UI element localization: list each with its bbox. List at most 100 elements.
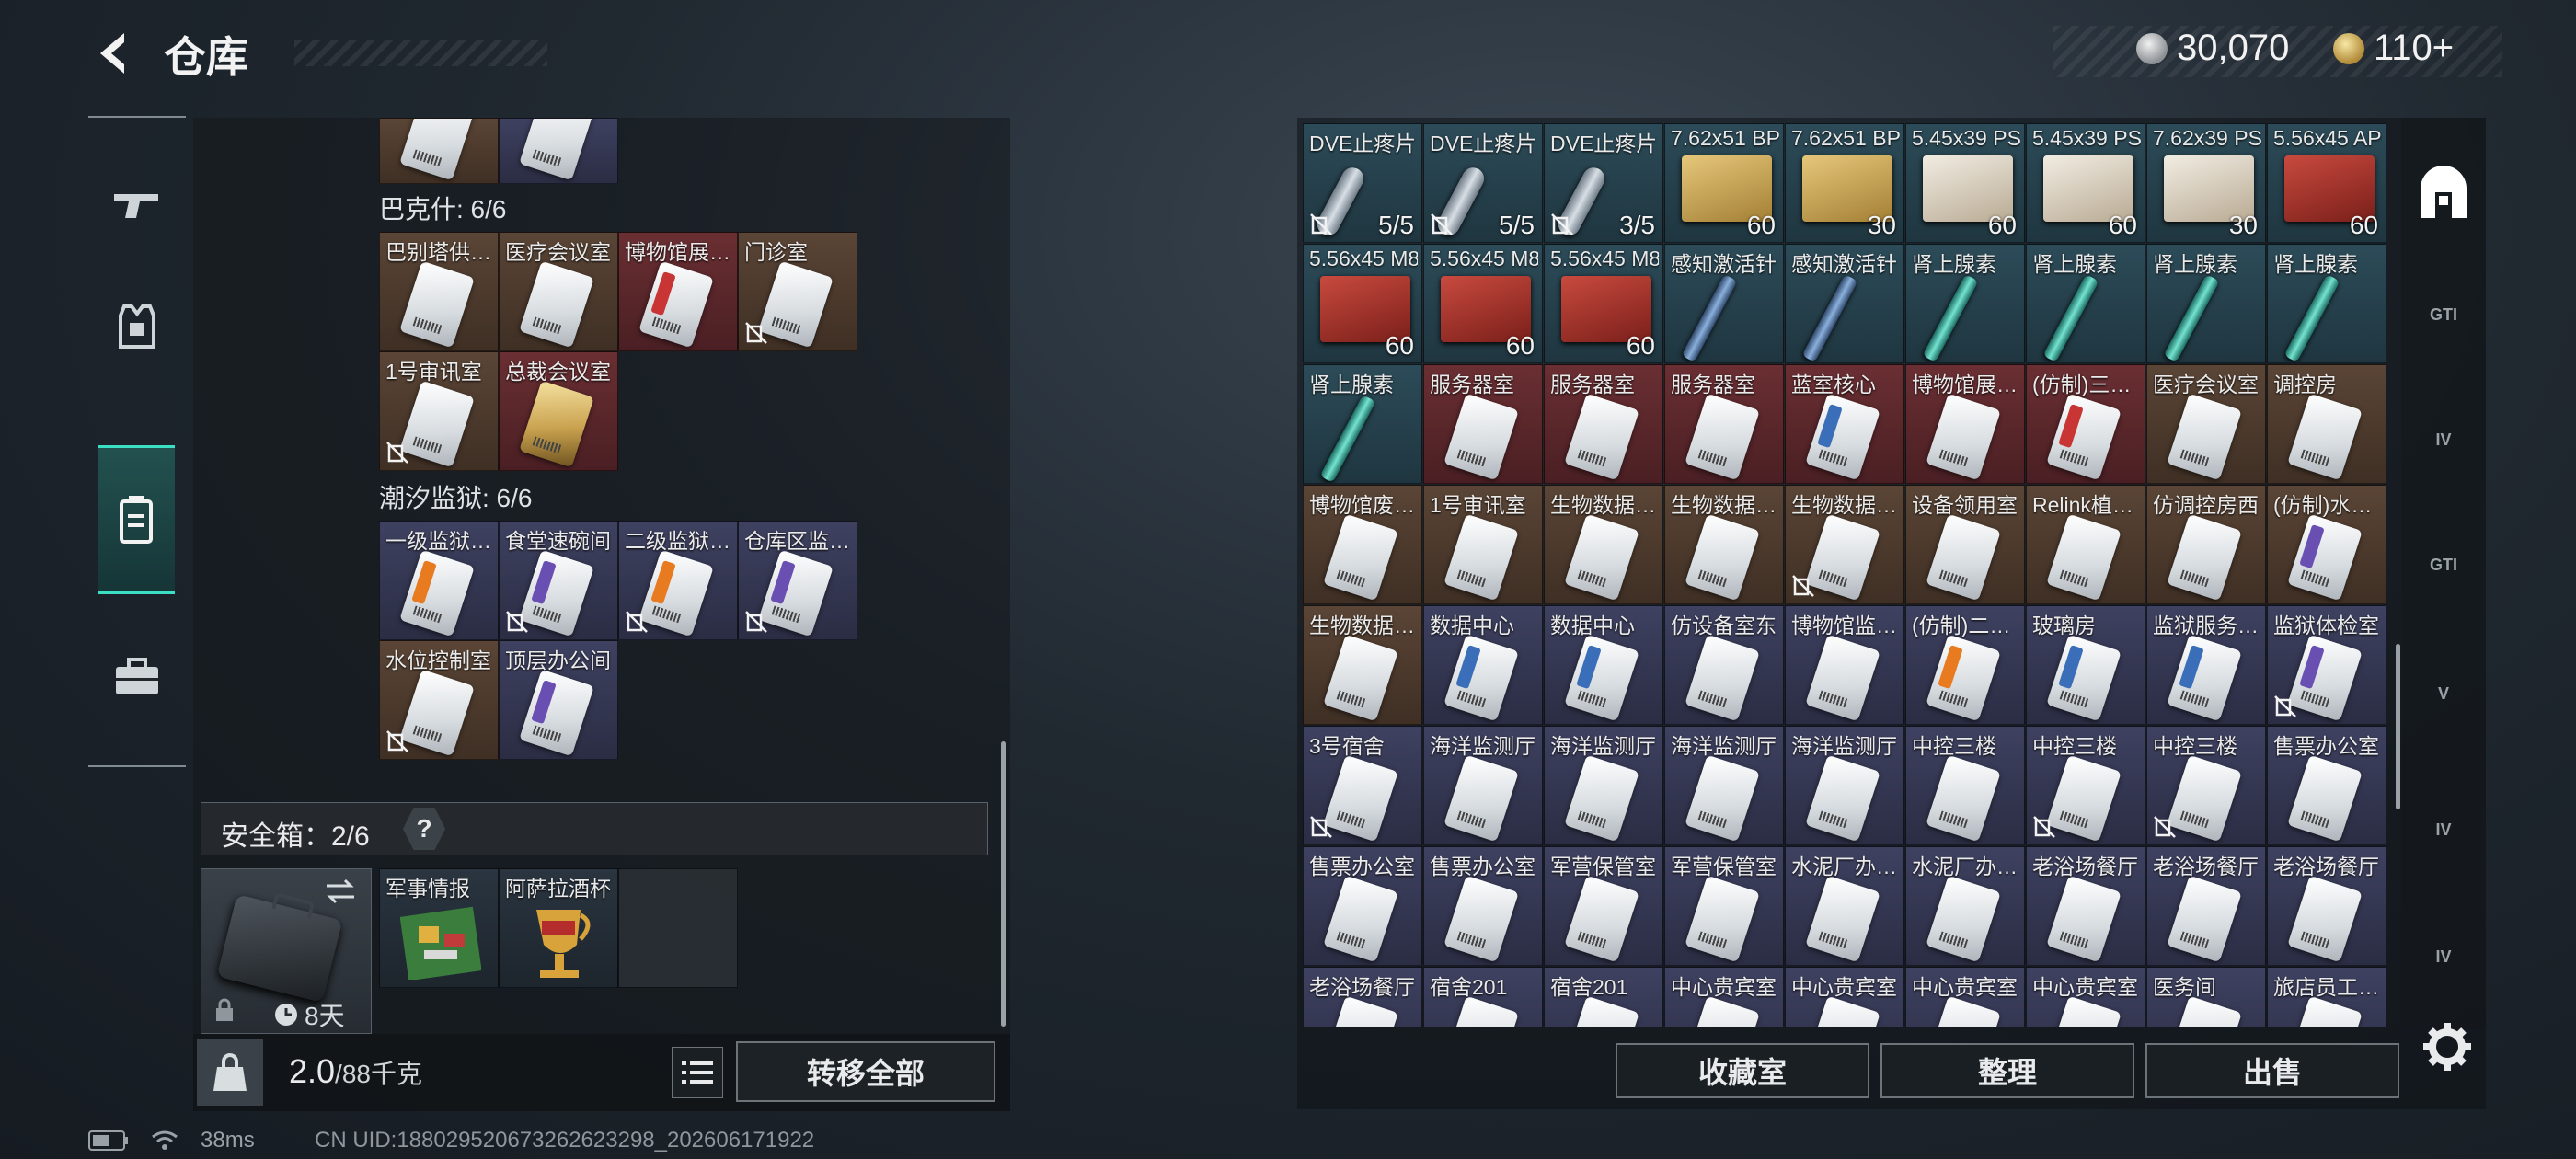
item-slot[interactable]: 巴别塔供… [379, 232, 499, 351]
item-slot[interactable]: 仿设备室东 [1664, 605, 1784, 725]
item-slot[interactable]: 医疗会议室 [2146, 364, 2266, 484]
bag-weight-button[interactable] [197, 1039, 263, 1106]
item-slot[interactable]: DVE止疼片 3/5 [1544, 123, 1663, 243]
gold-currency[interactable]: 110+ [2333, 28, 2454, 69]
silver-currency[interactable]: 30,070 [2136, 28, 2289, 69]
item-slot[interactable]: 售票办公室 [2267, 726, 2386, 845]
rnav-gti-1[interactable]: GTI [2410, 281, 2477, 348]
rnav-iv-2[interactable]: IV [2410, 797, 2477, 863]
rnav-iv-1[interactable]: IV [2410, 407, 2477, 473]
safe-slot-military-intel[interactable]: 军事情报 [379, 868, 499, 988]
item-slot[interactable]: 海洋监测厅 [1785, 726, 1904, 845]
item-slot[interactable]: 监狱体检室 [2267, 605, 2386, 725]
collection-room-button[interactable]: 收藏室 [1616, 1043, 1869, 1098]
item-slot[interactable]: 感知激活针 [1785, 244, 1904, 363]
item-slot[interactable]: 生物数据… [1544, 485, 1663, 604]
item-slot[interactable]: 7.62x51 BPZ 30 [1785, 123, 1904, 243]
item-slot[interactable]: Relink植… [2026, 485, 2145, 604]
key-case-scrollbar[interactable] [1001, 741, 1006, 1027]
item-slot[interactable]: 宿舍201 [1544, 967, 1663, 1027]
item-slot[interactable]: 博物馆展… [618, 232, 738, 351]
item-slot[interactable]: 水泥厂办… [1905, 846, 2025, 966]
nav-armor[interactable] [99, 289, 175, 364]
item-slot[interactable]: 数据中心 [1544, 605, 1663, 725]
item-slot[interactable]: 3号宿舍 [1303, 726, 1422, 845]
transfer-all-button[interactable]: 转移全部 [736, 1041, 995, 1102]
item-slot[interactable]: 博物馆监… [1785, 605, 1904, 725]
item-slot[interactable]: 调控房 [2267, 364, 2386, 484]
nav-key-case[interactable] [98, 445, 175, 594]
item-slot[interactable]: 博物馆废… [1303, 485, 1422, 604]
item-slot[interactable]: 肾上腺素 [2146, 244, 2266, 363]
item-slot[interactable]: 中控三楼 [1905, 726, 2025, 845]
nav-briefcase[interactable] [99, 638, 175, 714]
item-slot[interactable]: 数据中心 [1423, 605, 1543, 725]
item-slot[interactable]: 中心贵宾室 [1664, 967, 1784, 1027]
safe-box-item[interactable]: 8天 [201, 868, 372, 1034]
item-slot[interactable]: 中心贵宾室 [1905, 967, 2025, 1027]
safe-slot-empty[interactable] [618, 868, 738, 988]
rnav-v[interactable]: V [2410, 660, 2477, 727]
item-slot[interactable]: 5.56x45 M855 60 [1423, 244, 1543, 363]
item-slot[interactable]: 仓库区监… [738, 521, 857, 640]
item-slot[interactable]: 医务间 [2146, 967, 2266, 1027]
item-slot[interactable]: 老浴场餐厅 [2146, 846, 2266, 966]
item-slot[interactable]: 门诊室 [738, 232, 857, 351]
key-slot-partial[interactable] [379, 118, 499, 184]
list-view-button[interactable] [672, 1047, 723, 1098]
item-slot[interactable]: 中控三楼 [2146, 726, 2266, 845]
item-slot[interactable]: 蓝室核心 [1785, 364, 1904, 484]
item-slot[interactable]: 水位控制室 [379, 640, 499, 760]
back-button[interactable] [87, 26, 143, 81]
item-slot[interactable]: 肾上腺素 [1905, 244, 2025, 363]
sell-button[interactable]: 出售 [2145, 1043, 2399, 1098]
item-slot[interactable]: 食堂速碗间 [499, 521, 618, 640]
item-slot[interactable]: 老浴场餐厅 [2026, 846, 2145, 966]
item-slot[interactable]: 老浴场餐厅 [2267, 846, 2386, 966]
settings-button[interactable] [2420, 1019, 2475, 1074]
item-slot[interactable]: 仿调控房西 [2146, 485, 2266, 604]
item-slot[interactable]: 老浴场餐厅 [1303, 967, 1422, 1027]
item-slot[interactable]: (仿制)三… [2026, 364, 2145, 484]
item-slot[interactable]: 中心贵宾室 [2026, 967, 2145, 1027]
item-slot[interactable]: 生物数据… [1303, 605, 1422, 725]
item-slot[interactable]: 服务器室 [1423, 364, 1543, 484]
item-slot[interactable]: 海洋监测厅 [1664, 726, 1784, 845]
item-slot[interactable]: 玻璃房 [2026, 605, 2145, 725]
organize-button[interactable]: 整理 [1880, 1043, 2134, 1098]
item-slot[interactable]: 海洋监测厅 [1544, 726, 1663, 845]
item-slot[interactable]: 设备领用室 [1905, 485, 2025, 604]
item-slot[interactable]: 军营保管室 [1664, 846, 1784, 966]
item-slot[interactable]: DVE止疼片 5/5 [1423, 123, 1543, 243]
item-slot[interactable]: 宿舍201 [1423, 967, 1543, 1027]
item-slot[interactable]: (仿制)二… [1905, 605, 2025, 725]
item-slot[interactable]: 海洋监测厅 [1423, 726, 1543, 845]
item-slot[interactable]: 监狱服务… [2146, 605, 2266, 725]
item-slot[interactable]: 7.62x51 BPZ 60 [1664, 123, 1784, 243]
stash-scrollbar[interactable] [2396, 644, 2400, 809]
item-slot[interactable]: 5.56x45 APC 60 [2267, 123, 2386, 243]
item-slot[interactable]: 5.56x45 M855 60 [1544, 244, 1663, 363]
safe-slot-asara-goblet[interactable]: 阿萨拉酒杯 [499, 868, 618, 988]
item-slot[interactable]: 售票办公室 [1423, 846, 1543, 966]
item-slot[interactable]: 服务器室 [1544, 364, 1663, 484]
item-slot[interactable]: 一级监狱… [379, 521, 499, 640]
item-slot[interactable]: 7.62x39 PS 30 [2146, 123, 2266, 243]
item-slot[interactable]: 医疗会议室 [499, 232, 618, 351]
item-slot[interactable]: 博物馆展… [1905, 364, 2025, 484]
item-slot[interactable]: 总裁会议室 [499, 351, 618, 471]
item-slot[interactable]: 顶层办公间 [499, 640, 618, 760]
rnav-gti-2[interactable]: GTI [2410, 532, 2477, 598]
item-slot[interactable]: 肾上腺素 [2267, 244, 2386, 363]
item-slot[interactable]: 生物数据… [1785, 485, 1904, 604]
item-slot[interactable]: 水泥厂办… [1785, 846, 1904, 966]
item-slot[interactable]: 二级监狱… [618, 521, 738, 640]
item-slot[interactable]: 军营保管室 [1544, 846, 1663, 966]
item-slot[interactable]: 感知激活针 [1664, 244, 1784, 363]
item-slot[interactable]: 1号审讯室 [1423, 485, 1543, 604]
item-slot[interactable]: 肾上腺素 [2026, 244, 2145, 363]
swap-icon[interactable] [323, 877, 358, 906]
item-slot[interactable]: 肾上腺素 [1303, 364, 1422, 484]
item-slot[interactable]: 服务器室 [1664, 364, 1784, 484]
nav-weapons[interactable] [99, 167, 175, 243]
